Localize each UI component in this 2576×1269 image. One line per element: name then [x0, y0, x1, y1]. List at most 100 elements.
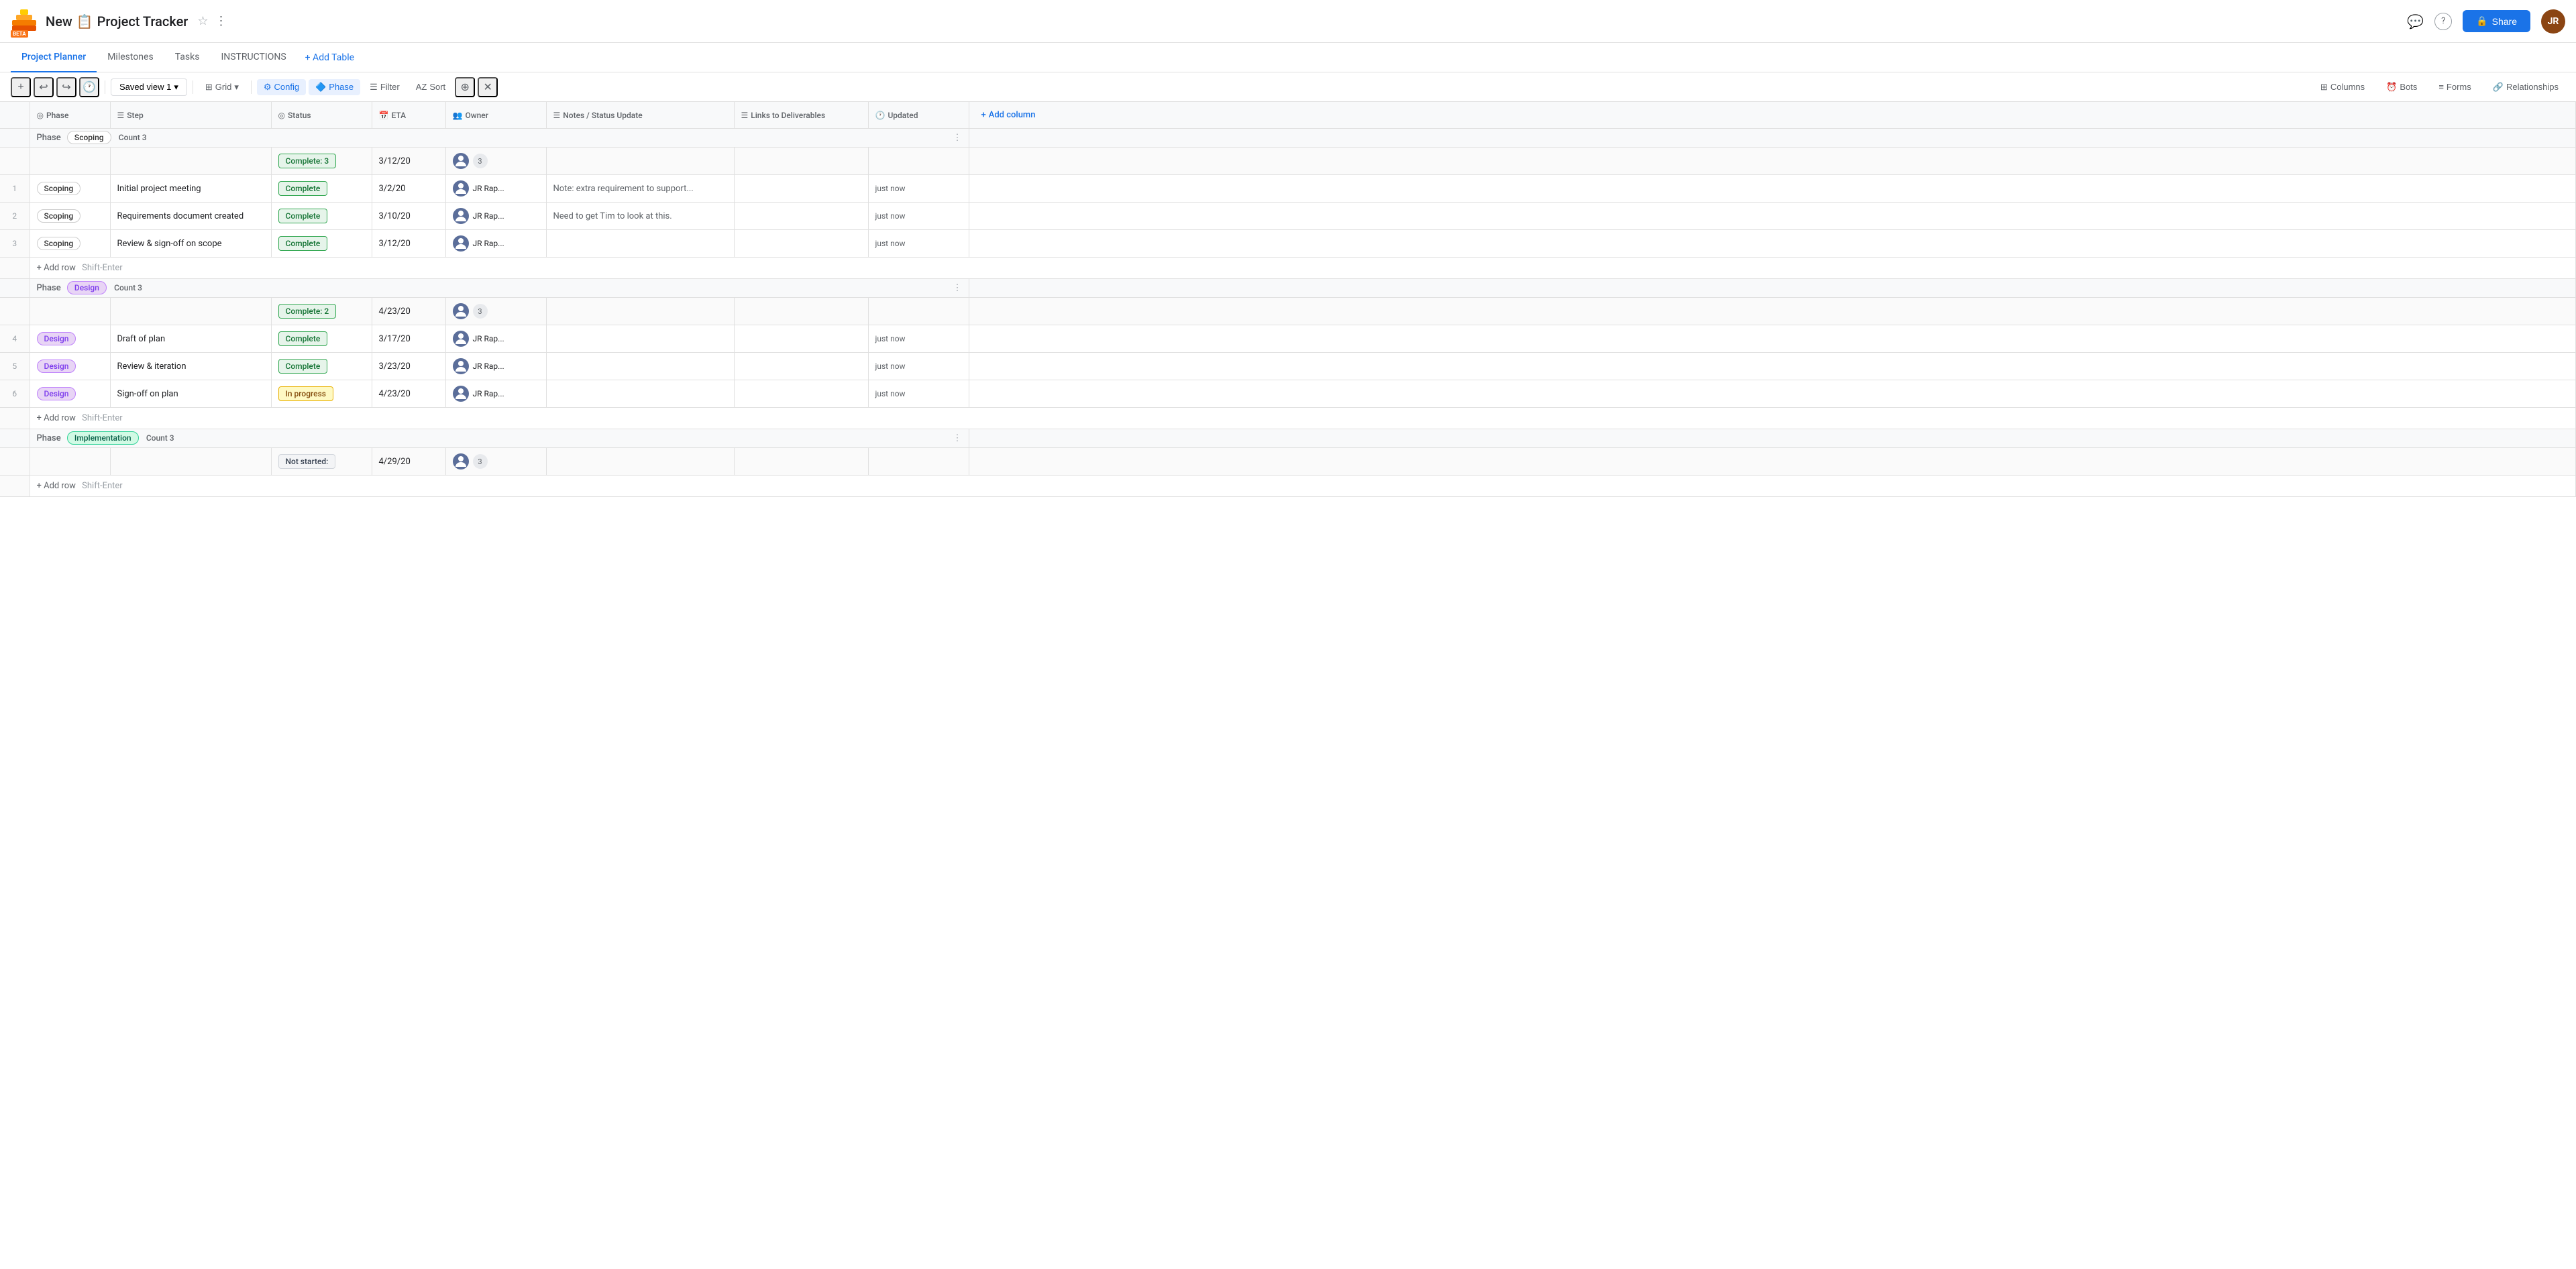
row-step-cell[interactable]: Draft of plan: [110, 325, 271, 353]
comment-icon[interactable]: 💬: [2407, 13, 2424, 30]
row-phase-tag[interactable]: Design: [37, 387, 76, 400]
add-row-cell[interactable]: + Add row Shift-Enter: [30, 408, 2576, 429]
row-phase-tag[interactable]: Design: [37, 332, 76, 345]
row-notes-cell[interactable]: [546, 380, 734, 408]
row-status-cell[interactable]: Complete: [271, 203, 372, 230]
row-step-cell[interactable]: Review & iteration: [110, 353, 271, 380]
close-filter-btn[interactable]: ✕: [478, 77, 498, 97]
more-options-btn[interactable]: ⊕: [455, 77, 475, 97]
row-status-badge[interactable]: In progress: [278, 386, 333, 401]
col-header-status[interactable]: ◎Status: [271, 102, 372, 129]
more-icon[interactable]: ⋮: [215, 14, 227, 28]
row-status-badge[interactable]: Complete: [278, 209, 328, 223]
row-status-badge[interactable]: Complete: [278, 236, 328, 251]
row-eta-cell[interactable]: 4/23/20: [372, 380, 445, 408]
config-btn[interactable]: ⚙ Config: [257, 79, 306, 95]
row-phase-tag[interactable]: Scoping: [37, 209, 81, 223]
star-icon[interactable]: ☆: [197, 14, 208, 28]
share-button[interactable]: 🔒 Share: [2463, 10, 2530, 32]
row-owner-cell[interactable]: JR Rap...: [445, 175, 546, 203]
row-links-cell[interactable]: [734, 175, 868, 203]
row-notes-cell[interactable]: [546, 230, 734, 258]
row-eta-cell[interactable]: 3/17/20: [372, 325, 445, 353]
row-owner-cell[interactable]: JR Rap...: [445, 230, 546, 258]
phase-tag[interactable]: Implementation: [67, 431, 139, 445]
col-header-notes[interactable]: ☰Notes / Status Update: [546, 102, 734, 129]
summary-status-cell[interactable]: Complete: 2: [271, 298, 372, 325]
columns-btn[interactable]: ⊞ Columns: [2314, 79, 2371, 95]
forms-btn[interactable]: ≡ Forms: [2432, 79, 2477, 95]
row-owner-cell[interactable]: JR Rap...: [445, 203, 546, 230]
row-status-cell[interactable]: Complete: [271, 353, 372, 380]
col-header-phase[interactable]: ◎Phase: [30, 102, 110, 129]
row-phase-tag[interactable]: Scoping: [37, 182, 81, 195]
add-row-label[interactable]: + Add row: [37, 413, 76, 423]
add-row-label[interactable]: + Add row: [37, 263, 76, 273]
row-notes-cell[interactable]: [546, 325, 734, 353]
row-status-badge[interactable]: Complete: [278, 181, 328, 196]
summary-status-cell[interactable]: Complete: 3: [271, 148, 372, 175]
row-links-cell[interactable]: [734, 353, 868, 380]
col-header-updated[interactable]: 🕐Updated: [868, 102, 969, 129]
row-phase-cell[interactable]: Scoping: [30, 175, 110, 203]
row-status-cell[interactable]: In progress: [271, 380, 372, 408]
group-more-btn[interactable]: ⋮: [953, 133, 962, 143]
row-status-badge[interactable]: Complete: [278, 331, 328, 346]
filter-btn[interactable]: ☰ Filter: [363, 79, 407, 95]
row-links-cell[interactable]: [734, 380, 868, 408]
row-step-cell[interactable]: Sign-off on plan: [110, 380, 271, 408]
row-eta-cell[interactable]: 3/2/20: [372, 175, 445, 203]
row-phase-cell[interactable]: Design: [30, 353, 110, 380]
col-header-eta[interactable]: 📅ETA: [372, 102, 445, 129]
add-row-cell[interactable]: + Add row Shift-Enter: [30, 476, 2576, 497]
redo-btn[interactable]: ↪: [56, 77, 76, 97]
group-more-btn[interactable]: ⋮: [953, 433, 962, 443]
row-owner-cell[interactable]: JR Rap...: [445, 325, 546, 353]
row-step-cell[interactable]: Initial project meeting: [110, 175, 271, 203]
row-notes-cell[interactable]: Need to get Tim to look at this.: [546, 203, 734, 230]
bots-btn[interactable]: ⏰ Bots: [2379, 79, 2424, 95]
help-icon[interactable]: ?: [2434, 13, 2452, 30]
row-step-cell[interactable]: Requirements document created: [110, 203, 271, 230]
add-row-toolbar-btn[interactable]: +: [11, 77, 31, 97]
row-status-badge[interactable]: Complete: [278, 359, 328, 374]
add-column-button[interactable]: + Add column: [976, 107, 2569, 123]
tab-milestones[interactable]: Milestones: [97, 43, 164, 72]
row-status-cell[interactable]: Complete: [271, 175, 372, 203]
row-phase-tag[interactable]: Scoping: [37, 237, 81, 250]
undo-btn[interactable]: ↩: [34, 77, 54, 97]
row-eta-cell[interactable]: 3/12/20: [372, 230, 445, 258]
col-header-step[interactable]: ☰Step: [110, 102, 271, 129]
add-row-cell[interactable]: + Add row Shift-Enter: [30, 258, 2576, 279]
tab-tasks[interactable]: Tasks: [164, 43, 211, 72]
row-phase-tag[interactable]: Design: [37, 360, 76, 373]
row-phase-cell[interactable]: Scoping: [30, 230, 110, 258]
row-status-cell[interactable]: Complete: [271, 230, 372, 258]
row-phase-cell[interactable]: Design: [30, 325, 110, 353]
grid-view-btn[interactable]: ⊞ Grid ▾: [199, 79, 246, 95]
row-links-cell[interactable]: [734, 230, 868, 258]
group-more-btn[interactable]: ⋮: [953, 283, 962, 293]
sort-btn[interactable]: AZ Sort: [409, 79, 452, 95]
history-btn[interactable]: 🕐: [79, 77, 99, 97]
row-eta-cell[interactable]: 3/23/20: [372, 353, 445, 380]
col-header-owner[interactable]: 👥Owner: [445, 102, 546, 129]
row-owner-cell[interactable]: JR Rap...: [445, 380, 546, 408]
col-header-addcol[interactable]: + Add column: [969, 102, 2576, 129]
saved-view-button[interactable]: Saved view 1 ▾: [111, 78, 187, 96]
add-table-button[interactable]: + Add Table: [297, 52, 362, 63]
phase-tag[interactable]: Scoping: [67, 131, 111, 144]
tab-project-planner[interactable]: Project Planner: [11, 43, 97, 72]
row-phase-cell[interactable]: Design: [30, 380, 110, 408]
row-notes-cell[interactable]: Note: extra requirement to support...: [546, 175, 734, 203]
row-step-cell[interactable]: Review & sign-off on scope: [110, 230, 271, 258]
row-links-cell[interactable]: [734, 325, 868, 353]
col-header-links[interactable]: ☰Links to Deliverables: [734, 102, 868, 129]
row-owner-cell[interactable]: JR Rap...: [445, 353, 546, 380]
phase-btn[interactable]: 🔷 Phase: [309, 79, 360, 95]
row-notes-cell[interactable]: [546, 353, 734, 380]
phase-tag[interactable]: Design: [67, 281, 107, 294]
row-eta-cell[interactable]: 3/10/20: [372, 203, 445, 230]
summary-status-cell[interactable]: Not started:: [271, 448, 372, 476]
row-links-cell[interactable]: [734, 203, 868, 230]
